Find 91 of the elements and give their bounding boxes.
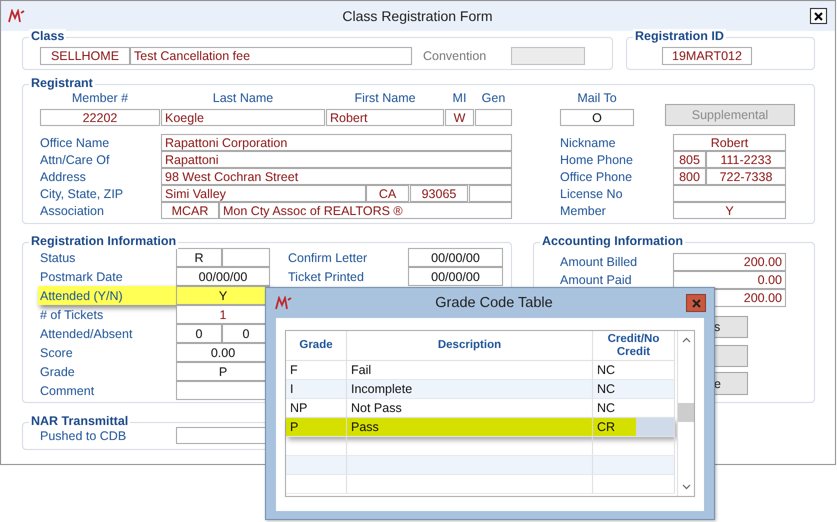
- input-field[interactable]: 805: [673, 151, 706, 168]
- input-field[interactable]: 800: [673, 168, 706, 185]
- scroll-down-icon[interactable]: [682, 484, 690, 490]
- field-label: Attended (Y/N): [40, 288, 124, 302]
- close-icon: [814, 12, 823, 20]
- input-field[interactable]: Y: [673, 202, 786, 219]
- field-label: Nickname: [560, 136, 617, 150]
- input-field[interactable]: 111-2233: [706, 151, 786, 168]
- input-field[interactable]: 00/00/00: [408, 248, 503, 267]
- scroll-thumb[interactable]: [678, 403, 694, 422]
- input-field[interactable]: Rapattoni: [161, 151, 512, 168]
- input-field[interactable]: 22202: [40, 109, 160, 126]
- field-label: Address: [40, 170, 87, 184]
- field-label: # of Tickets: [40, 308, 104, 322]
- column-header[interactable]: Credit/No Credit: [593, 331, 675, 361]
- column-header[interactable]: Grade: [286, 331, 347, 361]
- field-label: Office Name: [40, 136, 110, 150]
- table-cell: Incomplete: [347, 380, 593, 399]
- column-header[interactable]: Description: [347, 331, 593, 361]
- field-label: Last Name: [212, 91, 274, 105]
- input-field[interactable]: Simi Valley: [161, 185, 366, 202]
- field-label: City, State, ZIP: [40, 186, 124, 200]
- field-label: Grade: [40, 364, 76, 378]
- input-field[interactable]: 98 West Cochran Street: [161, 168, 512, 185]
- table-row[interactable]: I Incomplete NC: [286, 380, 675, 399]
- table-cell: Pass: [347, 418, 593, 437]
- input-field[interactable]: 722-7338: [706, 168, 786, 185]
- field-label: Attn/Care Of: [40, 152, 110, 166]
- logo-icon: [7, 9, 25, 23]
- input-field[interactable]: Robert: [326, 109, 444, 126]
- empty-row[interactable]: [286, 475, 675, 494]
- input-field[interactable]: MCAR: [161, 202, 219, 219]
- input-field[interactable]: Mon Cty Assoc of REALTORS ®: [219, 202, 512, 219]
- field-label: Association: [40, 204, 105, 218]
- field-label: Score: [40, 346, 74, 360]
- table-cell: CR: [593, 418, 675, 437]
- input-field[interactable]: O: [560, 109, 634, 126]
- input-field[interactable]: 00/00/00: [176, 267, 270, 286]
- table-cell: I: [286, 380, 347, 399]
- input-field[interactable]: 19MART012: [662, 47, 752, 65]
- field-label: Gen: [480, 91, 506, 105]
- input-field[interactable]: 0.00: [673, 271, 786, 289]
- input-field[interactable]: 00/00/00: [408, 267, 503, 286]
- scroll-up-icon[interactable]: [682, 337, 690, 343]
- field-label: Amount Billed: [560, 255, 638, 269]
- field-label: Home Phone: [560, 152, 634, 166]
- group-title: Accounting Information: [540, 234, 685, 249]
- input-field[interactable]: 0: [176, 324, 222, 343]
- table-cell: P: [286, 418, 347, 437]
- input-field[interactable]: R: [176, 248, 222, 267]
- empty-row[interactable]: [286, 437, 675, 456]
- input-field[interactable]: CA: [366, 185, 409, 202]
- input-field[interactable]: [475, 109, 512, 126]
- group-title: Registration Information: [29, 234, 178, 249]
- field-label: Status: [40, 250, 76, 264]
- input-field[interactable]: W: [445, 109, 474, 126]
- input-field[interactable]: Test Cancellation fee: [130, 47, 412, 65]
- input-field[interactable]: 200.00: [673, 253, 786, 271]
- field-label: First Name: [353, 91, 417, 105]
- field-label: Attended/Absent: [40, 326, 134, 340]
- field-label: Office Phone: [560, 170, 634, 184]
- field-label: Convention: [423, 49, 488, 63]
- field-label: License No: [560, 186, 624, 200]
- table-cell: NC: [593, 380, 675, 399]
- window-title: Class Registration Form: [341, 8, 494, 24]
- input-field[interactable]: SELLHOME: [40, 47, 130, 65]
- input-field[interactable]: 93065: [410, 185, 468, 202]
- group-title: Registration ID: [633, 29, 726, 44]
- input-field[interactable]: [469, 185, 512, 202]
- field-label: MI: [452, 91, 468, 105]
- field-label: Member #: [70, 91, 130, 105]
- logo-icon: [274, 296, 292, 310]
- close-icon: [692, 298, 700, 308]
- field-label: Postmark Date: [40, 270, 124, 284]
- field-label: Confirm Letter: [288, 250, 368, 264]
- scrollbar[interactable]: [677, 331, 694, 496]
- table-row[interactable]: P Pass CR: [286, 418, 675, 437]
- group-title: Registrant: [29, 76, 95, 91]
- close-button[interactable]: [810, 8, 827, 24]
- input-field[interactable]: Koegle: [161, 109, 325, 126]
- input-field[interactable]: Robert: [673, 134, 786, 151]
- field-label: Ticket Printed: [288, 270, 365, 284]
- input-field[interactable]: [222, 248, 270, 267]
- field-label: Pushed to CDB: [40, 428, 128, 442]
- field-label: Amount Paid: [560, 273, 633, 287]
- input-field[interactable]: [673, 185, 786, 202]
- field-label: Member: [560, 204, 607, 218]
- input-field[interactable]: Rapattoni Corporation: [161, 134, 512, 151]
- field-label: Comment: [40, 384, 96, 398]
- field-label: Mail To: [576, 91, 618, 105]
- dialog-title: Grade Code Table: [434, 295, 554, 311]
